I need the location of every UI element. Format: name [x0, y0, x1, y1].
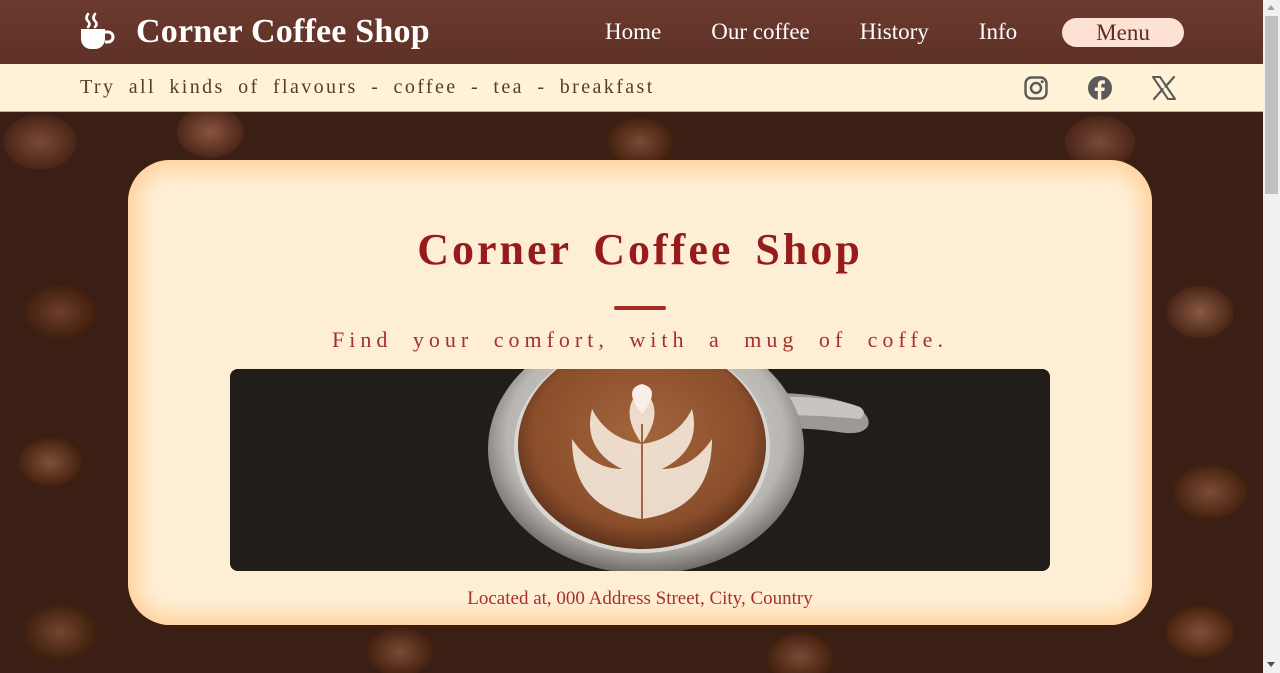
main-nav: Home Our coffee History Info [580, 0, 1042, 64]
x-icon[interactable] [1151, 75, 1177, 101]
scroll-down-arrow-icon[interactable] [1267, 662, 1275, 667]
coffee-cup-icon [81, 12, 115, 49]
location-text: Located at, 000 Address Street, City, Co… [467, 588, 813, 609]
brand-title: Corner Coffee Shop [136, 13, 430, 50]
scroll-up-arrow-icon[interactable] [1267, 5, 1275, 10]
nav-info[interactable]: Info [954, 19, 1042, 45]
hero-title: Corner Coffee Shop [417, 225, 863, 274]
title-divider [614, 306, 666, 310]
nav-home[interactable]: Home [580, 19, 686, 45]
tagline-bar: Try all kinds of flavours - coffee - tea… [0, 64, 1263, 112]
instagram-icon[interactable] [1023, 75, 1049, 101]
menu-button[interactable]: Menu [1062, 18, 1184, 47]
brand[interactable]: Corner Coffee Shop [80, 12, 430, 52]
latte-cup-illustration [230, 369, 1050, 571]
site-header: Corner Coffee Shop Home Our coffee Histo… [0, 0, 1263, 64]
page-scrollbar[interactable] [1263, 0, 1280, 673]
nav-history[interactable]: History [835, 19, 954, 45]
latte-art-image [230, 369, 1050, 571]
tagline: Try all kinds of flavours - coffee - tea… [80, 76, 655, 98]
facebook-icon[interactable] [1087, 75, 1113, 101]
hero-card: Corner Coffee Shop Find your comfort, wi… [128, 160, 1152, 625]
nav-our-coffee[interactable]: Our coffee [686, 19, 835, 45]
hero-subtitle: Find your comfort, with a mug of coffe. [332, 327, 948, 352]
scroll-thumb[interactable] [1265, 16, 1278, 194]
